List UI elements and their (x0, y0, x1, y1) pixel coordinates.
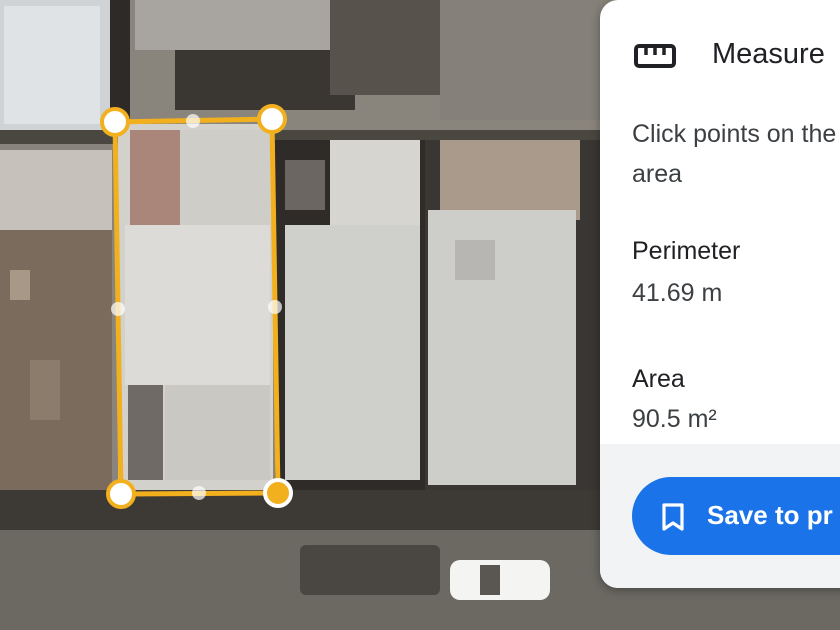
measure-midpoint[interactable] (268, 300, 282, 314)
measure-instructions: Click points on the area (632, 120, 837, 188)
save-button-label: Save to pr (707, 500, 833, 530)
ruler-icon (634, 44, 676, 68)
measure-midpoint[interactable] (111, 302, 125, 316)
measure-vertex[interactable] (257, 104, 287, 134)
measure-vertex[interactable] (100, 107, 130, 137)
panel-title: Measure (712, 38, 825, 70)
panel-footer: Save to pr (600, 444, 840, 588)
panel-header: Measure (600, 22, 840, 88)
measure-vertex-active[interactable] (263, 478, 293, 508)
perimeter-label: Perimeter (632, 237, 741, 265)
area-label: Area (632, 365, 685, 393)
area-value: 90.5 m² (632, 405, 717, 433)
measure-midpoint[interactable] (186, 114, 200, 128)
measure-vertex[interactable] (106, 479, 136, 509)
measure-midpoint[interactable] (192, 486, 206, 500)
save-to-project-button[interactable]: Save to pr (632, 477, 840, 555)
bookmark-icon (662, 503, 684, 531)
perimeter-value: 41.69 m (632, 279, 723, 307)
measure-panel: Measure Click points on the area Perimet… (600, 0, 840, 588)
